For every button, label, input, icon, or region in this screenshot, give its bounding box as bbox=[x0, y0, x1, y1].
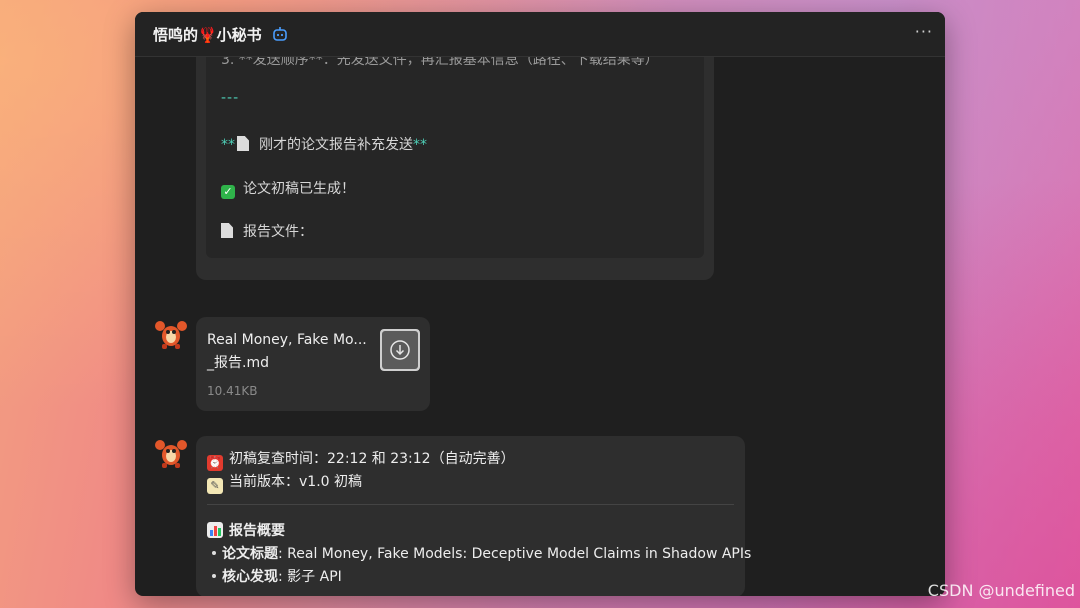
finding-value: : 影子 API bbox=[278, 569, 342, 585]
markdown-block: 3. **发送顺序**：先发送文件，再汇报基本信息（路径、下载结果等） --- … bbox=[206, 57, 704, 258]
paper-title-label: 论文标题 bbox=[222, 546, 278, 562]
heading-text: 刚才的论文报告补充发送 bbox=[259, 137, 413, 153]
check-icon: ✓ bbox=[221, 185, 235, 199]
version-text: 当前版本：v1.0 初稿 bbox=[229, 474, 362, 490]
chat-title: 悟鸣的🦞小秘书 bbox=[153, 25, 262, 44]
report-file-text: 报告文件： bbox=[243, 224, 313, 240]
heading-line: ** 刚才的论文报告补充发送** bbox=[221, 134, 427, 154]
summary-title: 报告概要 bbox=[229, 523, 285, 539]
file-name-line2: _报告.md bbox=[207, 355, 269, 371]
divider bbox=[207, 504, 734, 505]
step-text: 3. **发送顺序**：先发送文件，再汇报基本信息（路径、下载结果等） bbox=[221, 57, 659, 68]
bullet bbox=[212, 574, 216, 578]
lobster-avatar-icon[interactable] bbox=[154, 436, 188, 470]
file-size: 10.41KB bbox=[207, 384, 258, 398]
paper-title-line: 论文标题: Real Money, Fake Models: Deceptive… bbox=[207, 543, 751, 563]
version-line: ✎ 当前版本：v1.0 初稿 bbox=[207, 471, 362, 494]
bot-icon bbox=[272, 26, 288, 42]
bar-chart-icon bbox=[207, 522, 223, 538]
file-name: Real Money, Fake Mo... _报告.md bbox=[207, 329, 372, 375]
review-time-line: ⏰ 初稿复查时间：22:12 和 23:12（自动完善） bbox=[207, 448, 515, 471]
review-time-text: 初稿复查时间：22:12 和 23:12（自动完善） bbox=[229, 451, 515, 467]
divider-text: --- bbox=[221, 90, 240, 106]
message-bubble: 3. **发送顺序**：先发送文件，再汇报基本信息（路径、下载结果等） --- … bbox=[196, 57, 714, 280]
memo-icon: ✎ bbox=[207, 478, 223, 494]
watermark: CSDN @undefined bbox=[927, 581, 1075, 600]
message-bubble: ⏰ 初稿复查时间：22:12 和 23:12（自动完善） ✎ 当前版本：v1.0 初… bbox=[196, 436, 751, 596]
chat-window: 悟鸣的🦞小秘书 ··· 3. **发送顺序**：先发送文件，再汇报基本信息（路径… bbox=[135, 12, 945, 596]
file-attachment-card[interactable]: Real Money, Fake Mo... _报告.md 10.41KB bbox=[196, 317, 430, 411]
finding-line: 核心发现: 影子 API bbox=[207, 566, 342, 586]
document-icon bbox=[237, 136, 249, 151]
alarm-clock-icon: ⏰ bbox=[207, 455, 223, 471]
document-icon bbox=[221, 223, 233, 238]
download-icon[interactable] bbox=[380, 329, 420, 371]
finding-label: 核心发现 bbox=[222, 569, 278, 585]
title-bar: 悟鸣的🦞小秘书 ··· bbox=[135, 12, 945, 57]
step-line: 3. **发送顺序**：先发送文件，再汇报基本信息（路径、下载结果等） bbox=[221, 57, 659, 69]
bullet bbox=[212, 551, 216, 555]
paper-title-value: : Real Money, Fake Models: Deceptive Mod… bbox=[278, 546, 752, 562]
bold-marker-open: ** bbox=[221, 137, 235, 153]
draft-done-text: 论文初稿已生成！ bbox=[243, 181, 355, 197]
summary-title-line: 报告概要 bbox=[207, 520, 285, 540]
lobster-avatar-icon[interactable] bbox=[154, 317, 188, 351]
more-icon[interactable]: ··· bbox=[915, 22, 933, 41]
bold-marker-close: ** bbox=[413, 137, 427, 153]
message-list: 3. **发送顺序**：先发送文件，再汇报基本信息（路径、下载结果等） --- … bbox=[135, 57, 945, 596]
file-name-line1: Real Money, Fake Mo... bbox=[207, 332, 367, 348]
draft-done-line: ✓ 论文初稿已生成！ bbox=[221, 178, 355, 199]
report-file-line: 报告文件： bbox=[221, 221, 313, 241]
